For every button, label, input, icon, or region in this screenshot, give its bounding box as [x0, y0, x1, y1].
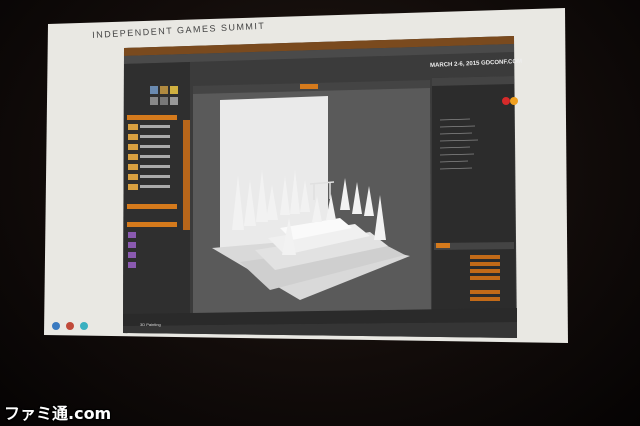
photo-scene: INDEPENDENT GAMES SUMMIT MARCH 2-6, 2015… — [0, 0, 640, 426]
site-watermark: ファミ通.com — [4, 404, 112, 423]
side-tab-strip — [183, 120, 190, 230]
gdc-logo-icon — [502, 97, 510, 105]
taskbar-icon — [52, 322, 60, 330]
mode-label: 3D Painting — [140, 322, 161, 327]
viewport-tab-active — [300, 84, 318, 89]
projection-screen — [44, 8, 568, 343]
